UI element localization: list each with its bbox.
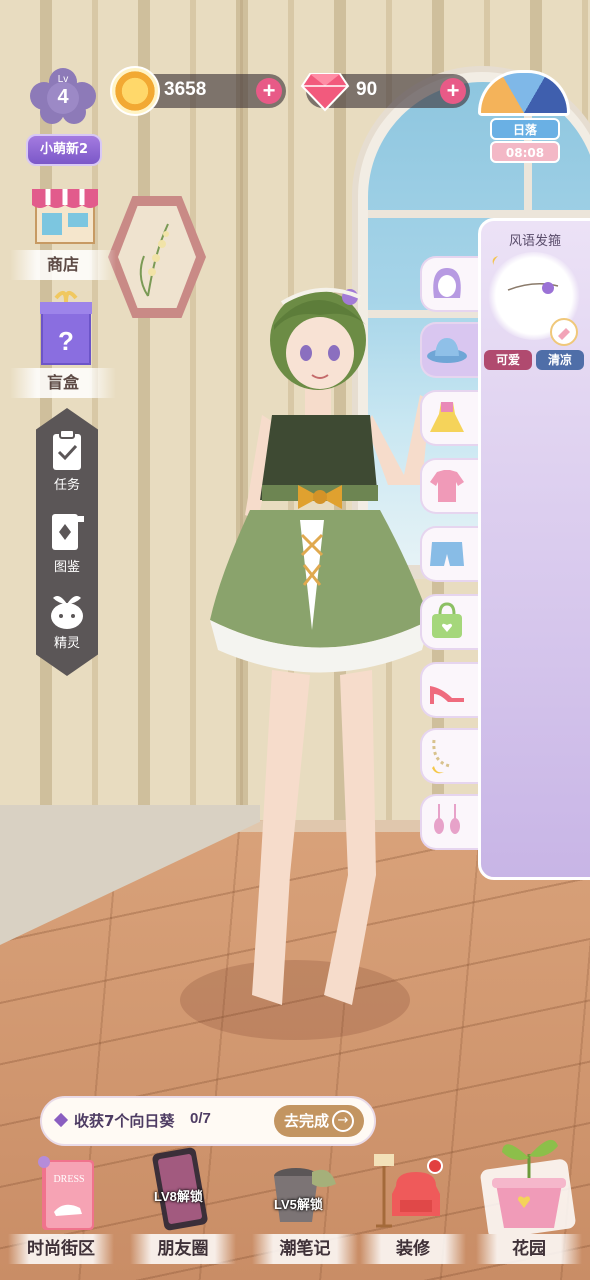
dress-book-text: DRESS xyxy=(53,1174,84,1185)
dress-icon xyxy=(430,402,464,432)
shirt-icon xyxy=(430,470,464,502)
add-gems-button[interactable]: + xyxy=(440,78,466,104)
nav-fashion-street[interactable]: 时尚街区 xyxy=(8,1234,114,1264)
coin-icon xyxy=(110,66,160,116)
tasks-label: 任务 xyxy=(53,478,80,493)
quest-progress: 0/7 xyxy=(190,1110,211,1127)
catalog-book-icon xyxy=(52,514,84,550)
dressup-character[interactable] xyxy=(190,275,450,1025)
shop-icon[interactable] xyxy=(30,185,100,247)
level-number: 4 xyxy=(57,86,69,108)
blind-box-icon[interactable]: ? xyxy=(38,288,94,366)
style-tag-cute: 可爱 xyxy=(484,350,532,370)
tab-dress[interactable] xyxy=(420,390,482,446)
nav-decorate[interactable]: 装修 xyxy=(360,1234,466,1264)
gem-amount: 90 xyxy=(356,79,378,100)
coin-amount: 3658 xyxy=(164,79,207,100)
tasks-button[interactable]: 任务 xyxy=(36,428,98,493)
sprite-label: 精灵 xyxy=(53,636,80,651)
catalog-button[interactable]: 图鉴 xyxy=(36,510,98,575)
paint-brush-icon[interactable] xyxy=(550,318,578,346)
item-name: 风语发箍 xyxy=(508,234,561,249)
sprite-button[interactable]: 精灵 xyxy=(36,590,98,651)
nav-friends[interactable]: 朋友圈 xyxy=(130,1234,236,1264)
heel-shoe-icon xyxy=(430,686,464,704)
decorate-notification-dot xyxy=(427,1158,443,1174)
style-tag-cool: 清凉 xyxy=(536,350,584,370)
quest-text: 收获7个向日葵 xyxy=(74,1112,175,1130)
time-phase-label: 日落 xyxy=(490,118,560,140)
trend-notes-lock-text: LV5解锁 xyxy=(274,1197,323,1212)
hair-icon xyxy=(433,268,461,298)
arrow-right-icon[interactable]: → xyxy=(332,1110,354,1132)
gem-icon xyxy=(300,73,350,112)
bag-icon xyxy=(432,602,462,638)
earrings-icon xyxy=(434,804,460,834)
sprite-sprout-icon xyxy=(51,596,83,629)
svg-text:?: ? xyxy=(58,326,74,356)
window-transom xyxy=(368,210,590,218)
fashion-street-icon[interactable]: DRESS xyxy=(36,1152,98,1232)
friends-lock-text: LV8解锁 xyxy=(154,1189,203,1204)
hat-icon xyxy=(427,338,467,363)
tab-hat[interactable] xyxy=(420,322,482,378)
nav-trend-notes[interactable]: 潮笔记 xyxy=(252,1234,358,1264)
clipboard-check-icon xyxy=(53,429,81,470)
nav-garden[interactable]: 花园 xyxy=(476,1234,582,1264)
tab-shoes[interactable] xyxy=(420,662,482,718)
shorts-icon xyxy=(430,542,464,566)
tab-top[interactable] xyxy=(420,458,482,514)
tab-earrings[interactable] xyxy=(420,794,482,850)
add-coins-button[interactable]: + xyxy=(256,78,282,104)
blind-box-label[interactable]: 盲盒 xyxy=(10,368,116,398)
shop-label[interactable]: 商店 xyxy=(10,250,116,280)
tab-bag[interactable] xyxy=(420,594,482,650)
catalog-label: 图鉴 xyxy=(53,560,80,575)
tab-necklace[interactable] xyxy=(420,728,482,784)
tab-hair[interactable] xyxy=(420,256,482,312)
level-label: Lv xyxy=(57,74,69,85)
necklace-icon xyxy=(432,739,451,774)
player-name-tag[interactable]: 小萌新2 xyxy=(26,134,102,166)
garden-sprout-pot-icon[interactable] xyxy=(474,1124,584,1234)
tab-bottom[interactable] xyxy=(420,526,482,582)
game-clock: 08:08 xyxy=(490,141,560,163)
